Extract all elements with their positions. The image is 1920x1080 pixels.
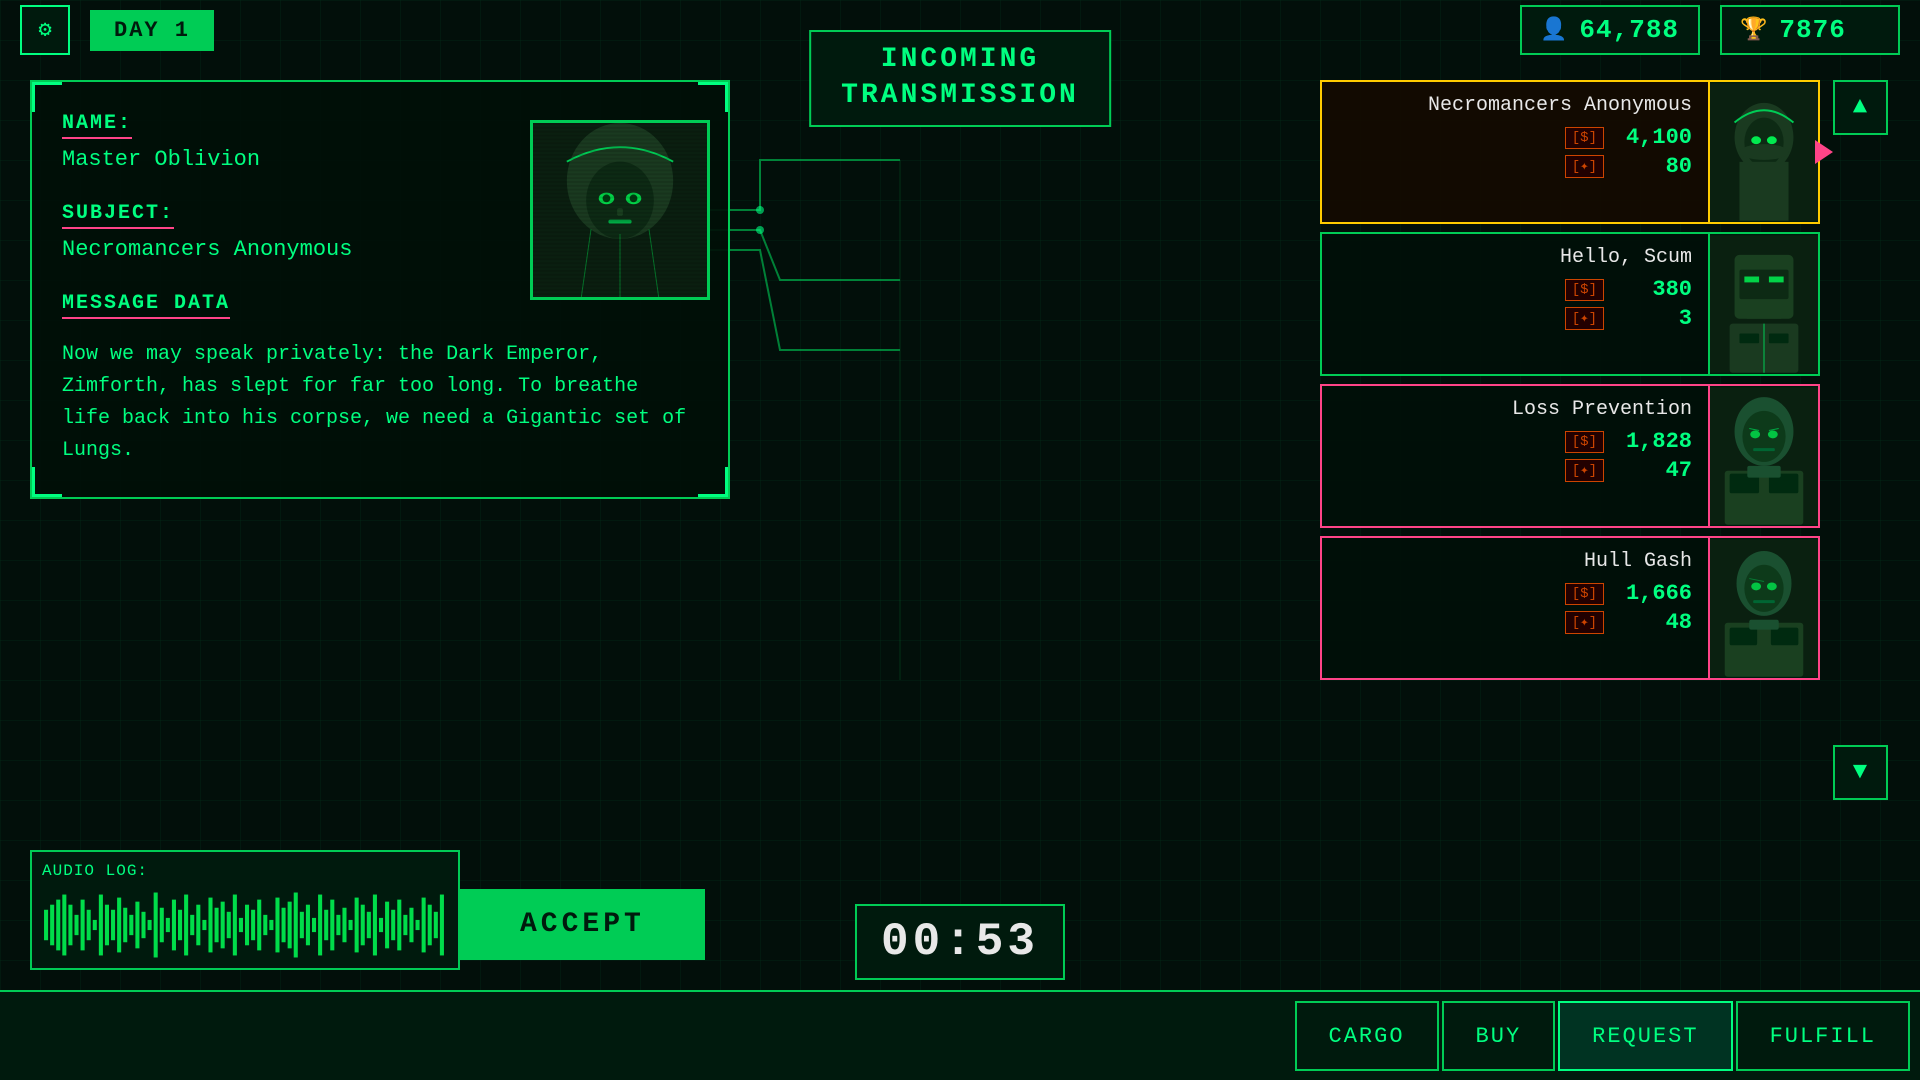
credits-number-0: 4,100 xyxy=(1612,125,1692,150)
contract-stats-3: [$] 1,666 [✦] 48 xyxy=(1338,581,1692,635)
buy-button[interactable]: BUY xyxy=(1442,1001,1556,1071)
rep-number-3: 48 xyxy=(1612,610,1692,635)
credit-icon-3: [$] xyxy=(1565,583,1604,605)
contract-card-0[interactable]: Necromancers Anonymous [$] 4,100 [✦] 80 xyxy=(1320,80,1820,224)
speaker-portrait xyxy=(530,120,710,300)
contract-stats-1: [$] 380 [✦] 3 xyxy=(1338,277,1692,331)
cargo-button[interactable]: CARGO xyxy=(1295,1001,1439,1071)
contract-card-2[interactable]: Loss Prevention [$] 1,828 [✦] 47 xyxy=(1320,384,1820,528)
contracts-panel: Necromancers Anonymous [$] 4,100 [✦] 80 xyxy=(1320,80,1820,688)
speaker-avatar-svg xyxy=(533,123,707,297)
accept-button[interactable]: ACCEPT xyxy=(460,889,705,960)
contract-card-1[interactable]: Hello, Scum [$] 380 [✦] 3 xyxy=(1320,232,1820,376)
stat-row-credits-1: [$] 380 xyxy=(1338,277,1692,302)
person-icon: 👤 xyxy=(1540,17,1567,43)
fulfill-button[interactable]: FULFILL xyxy=(1736,1001,1910,1071)
timer-box: 00:53 xyxy=(855,904,1065,980)
stat-row-rep-2: [✦] 47 xyxy=(1338,458,1692,483)
scroll-bar: ▲ ▼ xyxy=(1830,80,1890,800)
stat-row-credits-3: [$] 1,666 xyxy=(1338,581,1692,606)
contract-info-1: Hello, Scum [$] 380 [✦] 3 xyxy=(1322,234,1708,374)
contract-stats-0: [$] 4,100 [✦] 80 xyxy=(1338,125,1692,179)
scroll-up-button[interactable]: ▲ xyxy=(1833,80,1888,135)
contract-name-0: Necromancers Anonymous xyxy=(1338,94,1692,117)
credits-box: 👤 64,788 xyxy=(1520,5,1700,55)
message-text: Now we may speak privately: the Dark Emp… xyxy=(62,339,698,467)
gear-icon: ⚙ xyxy=(38,17,51,43)
contract-info-3: Hull Gash [$] 1,666 [✦] 48 xyxy=(1322,538,1708,678)
audio-label: AUDIO LOG: xyxy=(42,862,448,880)
portrait-svg-3 xyxy=(1710,538,1818,678)
credits-value: 64,788 xyxy=(1579,15,1679,45)
corner-br xyxy=(698,467,728,497)
rep-icon-0: [✦] xyxy=(1565,155,1604,178)
stat-row-credits-0: [$] 4,100 xyxy=(1338,125,1692,150)
contract-name-2: Loss Prevention xyxy=(1338,398,1692,421)
contract-portrait-3 xyxy=(1708,538,1818,678)
contract-portrait-0 xyxy=(1708,82,1818,222)
scroll-up-icon: ▲ xyxy=(1853,94,1867,121)
rep-number-0: 80 xyxy=(1612,154,1692,179)
rep-icon-3: [✦] xyxy=(1565,611,1604,634)
audio-log: AUDIO LOG: xyxy=(30,850,460,970)
transmission-title: INCOMING TRANSMISSION xyxy=(841,42,1079,115)
stat-row-rep-0: [✦] 80 xyxy=(1338,154,1692,179)
top-bar-right: 👤 64,788 🏆 7876 xyxy=(1520,5,1900,55)
rep-number-1: 3 xyxy=(1612,306,1692,331)
stat-row-rep-3: [✦] 48 xyxy=(1338,610,1692,635)
portrait-svg-2 xyxy=(1710,386,1818,526)
bottom-nav: CARGO BUY REQUEST FULFILL xyxy=(0,990,1920,1080)
rep-number-2: 47 xyxy=(1612,458,1692,483)
portrait-svg-0 xyxy=(1710,82,1818,222)
credit-icon-1: [$] xyxy=(1565,279,1604,301)
corner-tr xyxy=(698,82,728,112)
contract-name-3: Hull Gash xyxy=(1338,550,1692,573)
subject-label: SUBJECT: xyxy=(62,202,174,229)
message-label: MESSAGE DATA xyxy=(62,292,230,319)
request-button[interactable]: REQUEST xyxy=(1558,1001,1732,1071)
contract-stats-2: [$] 1,828 [✦] 47 xyxy=(1338,429,1692,483)
contract-portrait-2 xyxy=(1708,386,1818,526)
credits-number-3: 1,666 xyxy=(1612,581,1692,606)
credits-number-2: 1,828 xyxy=(1612,429,1692,454)
transmission-header: INCOMING TRANSMISSION xyxy=(809,30,1111,127)
day-label: DAY 1 xyxy=(114,18,190,43)
name-label: NAME: xyxy=(62,112,132,139)
credit-icon-0: [$] xyxy=(1565,127,1604,149)
contract-info-2: Loss Prevention [$] 1,828 [✦] 47 xyxy=(1322,386,1708,526)
rep-icon-1: [✦] xyxy=(1565,307,1604,330)
top-bar-left: ⚙ DAY 1 xyxy=(20,5,214,55)
portrait-svg-1 xyxy=(1710,234,1818,374)
contract-card-3[interactable]: Hull Gash [$] 1,666 [✦] 48 xyxy=(1320,536,1820,680)
corner-tl xyxy=(32,82,62,112)
corner-bl xyxy=(32,467,62,497)
trophy-icon: 🏆 xyxy=(1740,17,1767,43)
stat-row-rep-1: [✦] 3 xyxy=(1338,306,1692,331)
credits-number-1: 380 xyxy=(1612,277,1692,302)
rep-icon-2: [✦] xyxy=(1565,459,1604,482)
contract-name-1: Hello, Scum xyxy=(1338,246,1692,269)
scroll-down-icon: ▼ xyxy=(1853,759,1867,786)
day-badge: DAY 1 xyxy=(90,10,214,51)
contract-info-0: Necromancers Anonymous [$] 4,100 [✦] 80 xyxy=(1322,82,1708,222)
reputation-value: 7876 xyxy=(1779,15,1845,45)
reputation-box: 🏆 7876 xyxy=(1720,5,1900,55)
stat-row-credits-2: [$] 1,828 xyxy=(1338,429,1692,454)
settings-button[interactable]: ⚙ xyxy=(20,5,70,55)
credit-icon-2: [$] xyxy=(1565,431,1604,453)
timer-value: 00:53 xyxy=(881,916,1039,968)
audio-waveform xyxy=(42,885,448,965)
contract-portrait-1 xyxy=(1708,234,1818,374)
scroll-down-button[interactable]: ▼ xyxy=(1833,745,1888,800)
